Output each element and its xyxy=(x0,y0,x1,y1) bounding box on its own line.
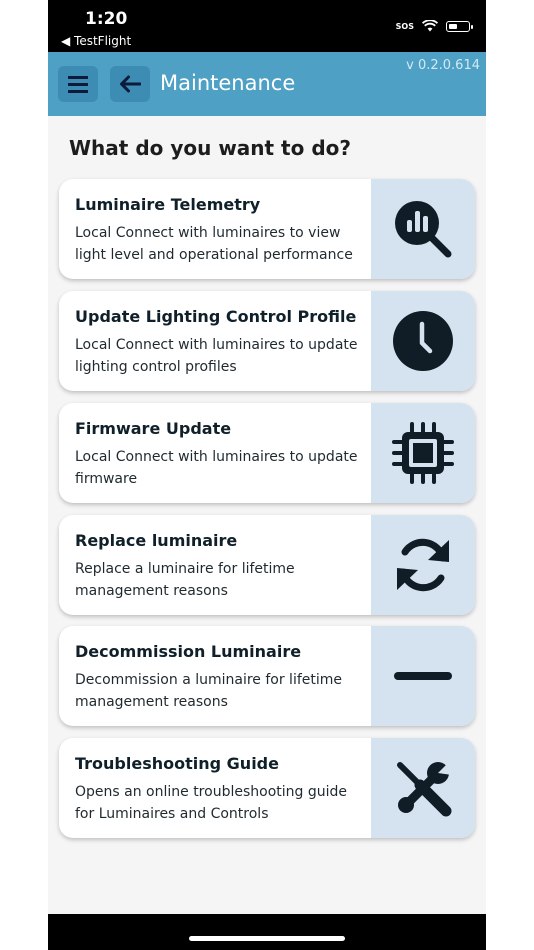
back-button[interactable] xyxy=(110,66,150,102)
card-title: Luminaire Telemetry xyxy=(75,195,261,214)
chip-icon xyxy=(392,422,454,484)
card-decommission-luminaire[interactable]: Decommission Luminaire Decommission a lu… xyxy=(59,626,475,726)
phone-screen: 1:20 ◀ TestFlight SOS Maintenance v 0.2.… xyxy=(48,0,486,950)
question-heading: What do you want to do? xyxy=(69,136,351,160)
menu-button[interactable] xyxy=(58,66,98,102)
card-text: Troubleshooting Guide Opens an online tr… xyxy=(75,754,365,825)
card-description: Local Connect with luminaires to view li… xyxy=(75,225,353,263)
card-text: Replace luminaire Replace a luminaire fo… xyxy=(75,531,365,602)
card-update-lighting-control-profile[interactable]: Update Lighting Control Profile Local Co… xyxy=(59,291,475,391)
status-bar: 1:20 ◀ TestFlight SOS xyxy=(48,0,486,52)
hamburger-icon xyxy=(68,76,88,93)
card-text: Luminaire Telemetry Local Connect with l… xyxy=(75,195,365,266)
card-firmware-update[interactable]: Firmware Update Local Connect with lumin… xyxy=(59,403,475,503)
card-description: Replace a luminaire for lifetime managem… xyxy=(75,561,295,599)
arrow-left-icon xyxy=(120,75,141,93)
card-icon-area xyxy=(371,179,475,279)
system-icons: SOS xyxy=(395,17,473,36)
card-text: Update Lighting Control Profile Local Co… xyxy=(75,307,365,378)
card-title: Troubleshooting Guide xyxy=(75,754,279,773)
refresh-icon xyxy=(397,538,449,592)
card-text: Decommission Luminaire Decommission a lu… xyxy=(75,642,365,713)
page-title: Maintenance xyxy=(160,71,296,95)
card-text: Firmware Update Local Connect with lumin… xyxy=(75,419,365,490)
battery-icon xyxy=(446,21,473,32)
card-title: Firmware Update xyxy=(75,419,232,438)
card-description: Decommission a luminaire for lifetime ma… xyxy=(75,672,343,710)
app-bar: Maintenance v 0.2.0.614 xyxy=(48,52,486,116)
status-time: 1:20 xyxy=(85,9,128,29)
main-content: What do you want to do? Luminaire Teleme… xyxy=(48,116,486,914)
home-indicator[interactable] xyxy=(189,936,345,941)
version-label: v 0.2.0.614 xyxy=(406,58,480,73)
card-icon-area xyxy=(371,626,475,726)
card-icon-area xyxy=(371,403,475,503)
card-icon-area xyxy=(371,291,475,391)
wifi-icon xyxy=(421,17,439,36)
sos-indicator: SOS xyxy=(395,21,414,31)
card-description: Local Connect with luminaires to update … xyxy=(75,337,358,375)
minus-icon xyxy=(394,672,452,680)
card-troubleshooting-guide[interactable]: Troubleshooting Guide Opens an online tr… xyxy=(59,738,475,838)
card-icon-area xyxy=(371,515,475,615)
battery-fill xyxy=(448,23,457,29)
card-title: Update Lighting Control Profile xyxy=(75,307,357,326)
clock-icon xyxy=(393,311,453,371)
chart-search-icon xyxy=(395,201,452,258)
card-description: Local Connect with luminaires to update … xyxy=(75,449,358,487)
card-description: Opens an online troubleshooting guide fo… xyxy=(75,784,347,822)
home-indicator-bar xyxy=(48,914,486,950)
card-title: Decommission Luminaire xyxy=(75,642,302,661)
card-replace-luminaire[interactable]: Replace luminaire Replace a luminaire fo… xyxy=(59,515,475,615)
card-luminaire-telemetry[interactable]: Luminaire Telemetry Local Connect with l… xyxy=(59,179,475,279)
tools-icon xyxy=(397,759,452,817)
card-icon-area xyxy=(371,738,475,838)
back-to-testflight-link[interactable]: ◀ TestFlight xyxy=(61,34,131,48)
card-title: Replace luminaire xyxy=(75,531,238,550)
